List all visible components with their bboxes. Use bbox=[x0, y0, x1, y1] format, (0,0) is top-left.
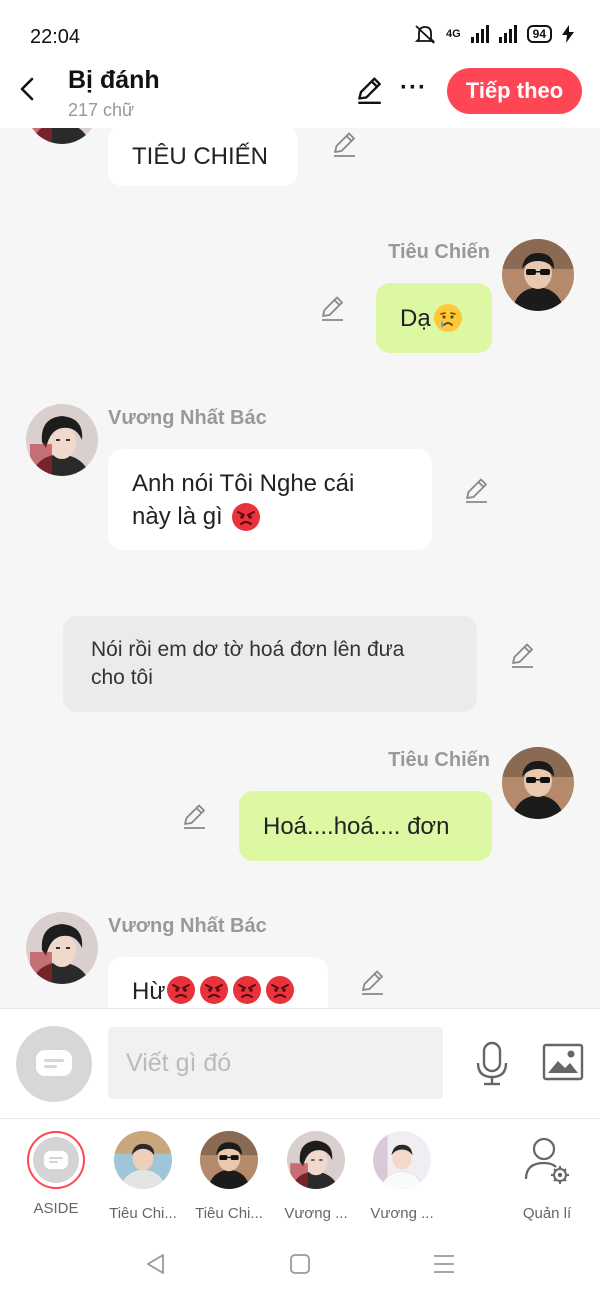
avatar[interactable] bbox=[26, 912, 98, 984]
more-options-icon[interactable]: ··· bbox=[400, 74, 427, 102]
microphone-icon[interactable] bbox=[474, 1041, 510, 1087]
chat-bubble-icon bbox=[36, 1050, 72, 1076]
chat-area[interactable]: TIÊU CHIẾN Tiêu Chiến Dạ Vương Nhất Bác … bbox=[0, 128, 600, 1008]
edit-pencil-icon[interactable] bbox=[354, 76, 384, 106]
avatar bbox=[200, 1131, 258, 1189]
avatar[interactable] bbox=[26, 128, 98, 144]
avatar bbox=[287, 1131, 345, 1189]
character-roster: ASIDE Tiêu Chi... Tiêu Chi... Vương ... … bbox=[0, 1118, 600, 1230]
roster-item-character[interactable]: Vương ... bbox=[273, 1131, 359, 1227]
roster-item-aside[interactable]: ASIDE bbox=[13, 1131, 99, 1227]
message-composer bbox=[0, 1008, 600, 1118]
message-text: Dạ bbox=[400, 304, 431, 332]
roster-label: ASIDE bbox=[33, 1200, 79, 1217]
angry-emoji-icon bbox=[199, 975, 229, 1005]
edit-pencil-icon[interactable] bbox=[508, 642, 536, 670]
signal-icon-2 bbox=[498, 25, 517, 43]
message-text-line: Nói rồi em dơ tờ hoá đơn lên đưa bbox=[91, 638, 405, 661]
status-time: 22:04 bbox=[30, 26, 81, 48]
message-text: TIÊU CHIẾN bbox=[132, 142, 269, 170]
angry-emoji-icon bbox=[231, 502, 261, 532]
sender-name: Tiêu Chiến bbox=[388, 241, 490, 263]
nav-home-icon[interactable] bbox=[289, 1253, 311, 1275]
edit-pencil-icon[interactable] bbox=[330, 131, 358, 159]
avatar[interactable] bbox=[502, 747, 574, 819]
message-input[interactable] bbox=[108, 1027, 443, 1099]
manage-user-icon bbox=[524, 1137, 569, 1184]
narration-bubble[interactable]: Nói rồi em dơ tờ hoá đơn lên đưa cho tôi bbox=[63, 616, 477, 712]
aside-toggle-button[interactable] bbox=[16, 1026, 92, 1102]
edit-pencil-icon[interactable] bbox=[318, 295, 346, 323]
sender-name: Vương Nhất Bác bbox=[108, 407, 267, 429]
roster-label: Tiêu Chi... bbox=[195, 1205, 263, 1222]
message-bubble[interactable]: Anh nói Tôi Nghe cái này là gì bbox=[108, 449, 432, 550]
chat-bubble-icon bbox=[44, 1151, 68, 1169]
roster-item-character[interactable]: Tiêu Chi... bbox=[186, 1131, 272, 1227]
message-text: Hoá....hoá.... đơn bbox=[263, 812, 450, 840]
angry-emoji-icon bbox=[166, 975, 196, 1005]
mute-bell-icon bbox=[414, 25, 436, 44]
avatar[interactable] bbox=[26, 404, 98, 476]
word-count: 217 chữ bbox=[68, 100, 135, 120]
roster-label: Vương ... bbox=[284, 1205, 348, 1222]
roster-item-manage[interactable]: Quản lí bbox=[504, 1131, 590, 1227]
message-text-line: cho tôi bbox=[91, 666, 153, 689]
avatar bbox=[114, 1131, 172, 1189]
avatar bbox=[373, 1131, 431, 1189]
sender-name: Tiêu Chiến bbox=[388, 749, 490, 771]
message-text-line: này là gì bbox=[132, 502, 223, 530]
message-bubble[interactable]: TIÊU CHIẾN bbox=[108, 128, 298, 186]
message-bubble[interactable]: Dạ bbox=[376, 283, 492, 353]
network-type: 4G bbox=[445, 28, 461, 40]
charging-icon bbox=[562, 25, 574, 43]
sender-name: Vương Nhất Bác bbox=[108, 915, 267, 937]
message-text-line: Anh nói Tôi Nghe cái bbox=[132, 469, 355, 497]
roster-label: Quản lí bbox=[522, 1205, 572, 1222]
message-bubble[interactable]: Hừ bbox=[108, 957, 328, 1008]
next-button[interactable]: Tiếp theo bbox=[447, 68, 582, 114]
angry-emoji-icon bbox=[232, 975, 262, 1005]
image-icon[interactable] bbox=[542, 1043, 584, 1081]
edit-pencil-icon[interactable] bbox=[462, 477, 490, 505]
status-icons: 4G 94 bbox=[414, 24, 574, 44]
edit-pencil-icon[interactable] bbox=[358, 969, 386, 997]
roster-label: Vương ... bbox=[370, 1205, 434, 1222]
battery-indicator: 94 bbox=[526, 25, 552, 43]
crying-emoji-icon bbox=[433, 303, 463, 333]
roster-item-character[interactable]: Tiêu Chi... bbox=[100, 1131, 186, 1227]
avatar[interactable] bbox=[502, 239, 574, 311]
edit-pencil-icon[interactable] bbox=[180, 803, 208, 831]
roster-item-character[interactable]: Vương ... bbox=[359, 1131, 445, 1227]
roster-label: Tiêu Chi... bbox=[109, 1205, 177, 1222]
back-arrow-icon[interactable] bbox=[16, 74, 40, 104]
status-bar: 22:04 4G 94 bbox=[0, 0, 600, 62]
signal-icon bbox=[470, 25, 489, 43]
page-title: Bị đánh bbox=[68, 66, 160, 94]
nav-back-icon[interactable] bbox=[144, 1252, 168, 1276]
angry-emoji-icon bbox=[265, 975, 295, 1005]
system-nav-bar bbox=[0, 1230, 600, 1300]
app-header: Bị đánh 217 chữ ··· Tiếp theo bbox=[0, 62, 600, 128]
nav-menu-icon[interactable] bbox=[432, 1253, 456, 1275]
message-bubble[interactable]: Hoá....hoá.... đơn bbox=[239, 791, 492, 861]
message-text: Hừ bbox=[132, 978, 166, 1005]
aside-avatar bbox=[27, 1131, 85, 1189]
